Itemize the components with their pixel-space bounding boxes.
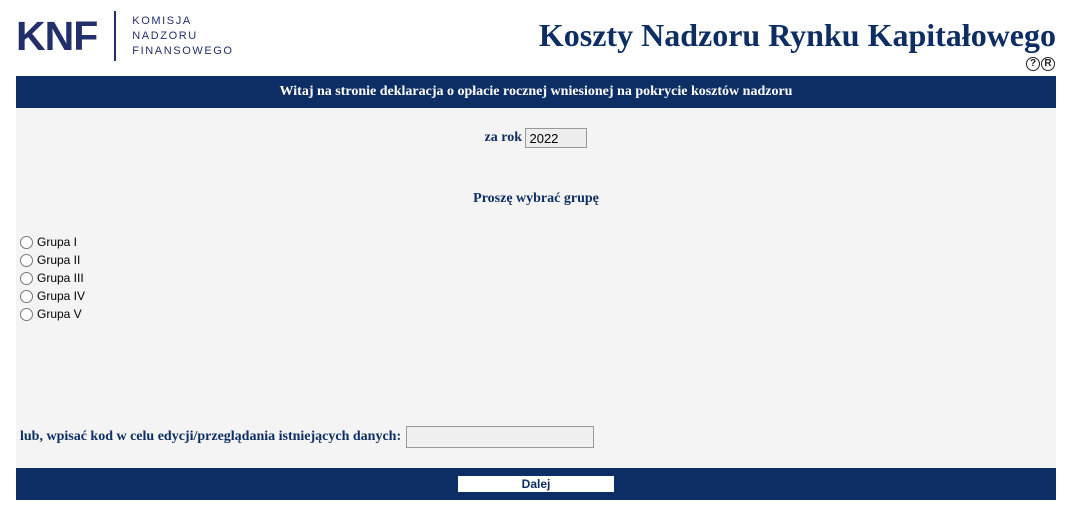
logo-text: KOMISJA NADZORU FINANSOWEGO [132, 14, 233, 59]
group-radio[interactable] [20, 289, 33, 303]
logo-divider [114, 11, 117, 61]
group-option[interactable]: Grupa III [20, 269, 85, 287]
logo-line: KOMISJA [132, 14, 192, 27]
group-option[interactable]: Grupa II [20, 251, 85, 269]
year-row: za rok [16, 128, 1056, 148]
next-button[interactable]: Dalej [458, 476, 614, 492]
group-radio[interactable] [20, 307, 33, 321]
group-radio-list: Grupa I Grupa II Grupa III Grupa IV Grup… [20, 233, 85, 323]
code-input[interactable] [406, 426, 595, 448]
group-label: Grupa II [37, 253, 81, 267]
help-icon[interactable]: ? [1026, 57, 1040, 71]
header-icons: ? R [1026, 57, 1055, 71]
group-label: Grupa V [37, 307, 82, 321]
group-radio[interactable] [20, 235, 33, 249]
logo-line: FINANSOWEGO [132, 44, 234, 57]
group-prompt: Proszę wybrać grupę [473, 191, 599, 206]
group-radio[interactable] [20, 271, 33, 285]
group-option[interactable]: Grupa IV [20, 287, 85, 305]
group-label: Grupa III [37, 271, 84, 285]
page-title: Koszty Nadzoru Rynku Kapitałowego [538, 17, 1056, 53]
form-panel: za rok Proszę wybrać grupę Grupa I Grupa… [16, 108, 1056, 468]
knf-logo: KNF KOMISJA NADZORU FINANSOWEGO [16, 10, 234, 62]
code-label: lub, wpisać kod w celu edycji/przeglądan… [20, 429, 402, 444]
group-label: Grupa IV [37, 289, 86, 303]
logo-line: NADZORU [132, 29, 198, 42]
registered-icon: R [1041, 57, 1055, 71]
welcome-banner: Witaj na stronie deklaracja o opłacie ro… [16, 76, 1056, 108]
year-input[interactable] [525, 128, 588, 148]
logo-mark: KNF [16, 12, 98, 59]
code-row: lub, wpisać kod w celu edycji/przeglądan… [20, 426, 595, 448]
year-label: za rok [484, 130, 522, 146]
group-option[interactable]: Grupa I [20, 233, 85, 251]
group-label: Grupa I [37, 235, 78, 249]
group-option[interactable]: Grupa V [20, 305, 85, 323]
group-radio[interactable] [20, 253, 33, 267]
footer-bar: Dalej [16, 468, 1056, 500]
